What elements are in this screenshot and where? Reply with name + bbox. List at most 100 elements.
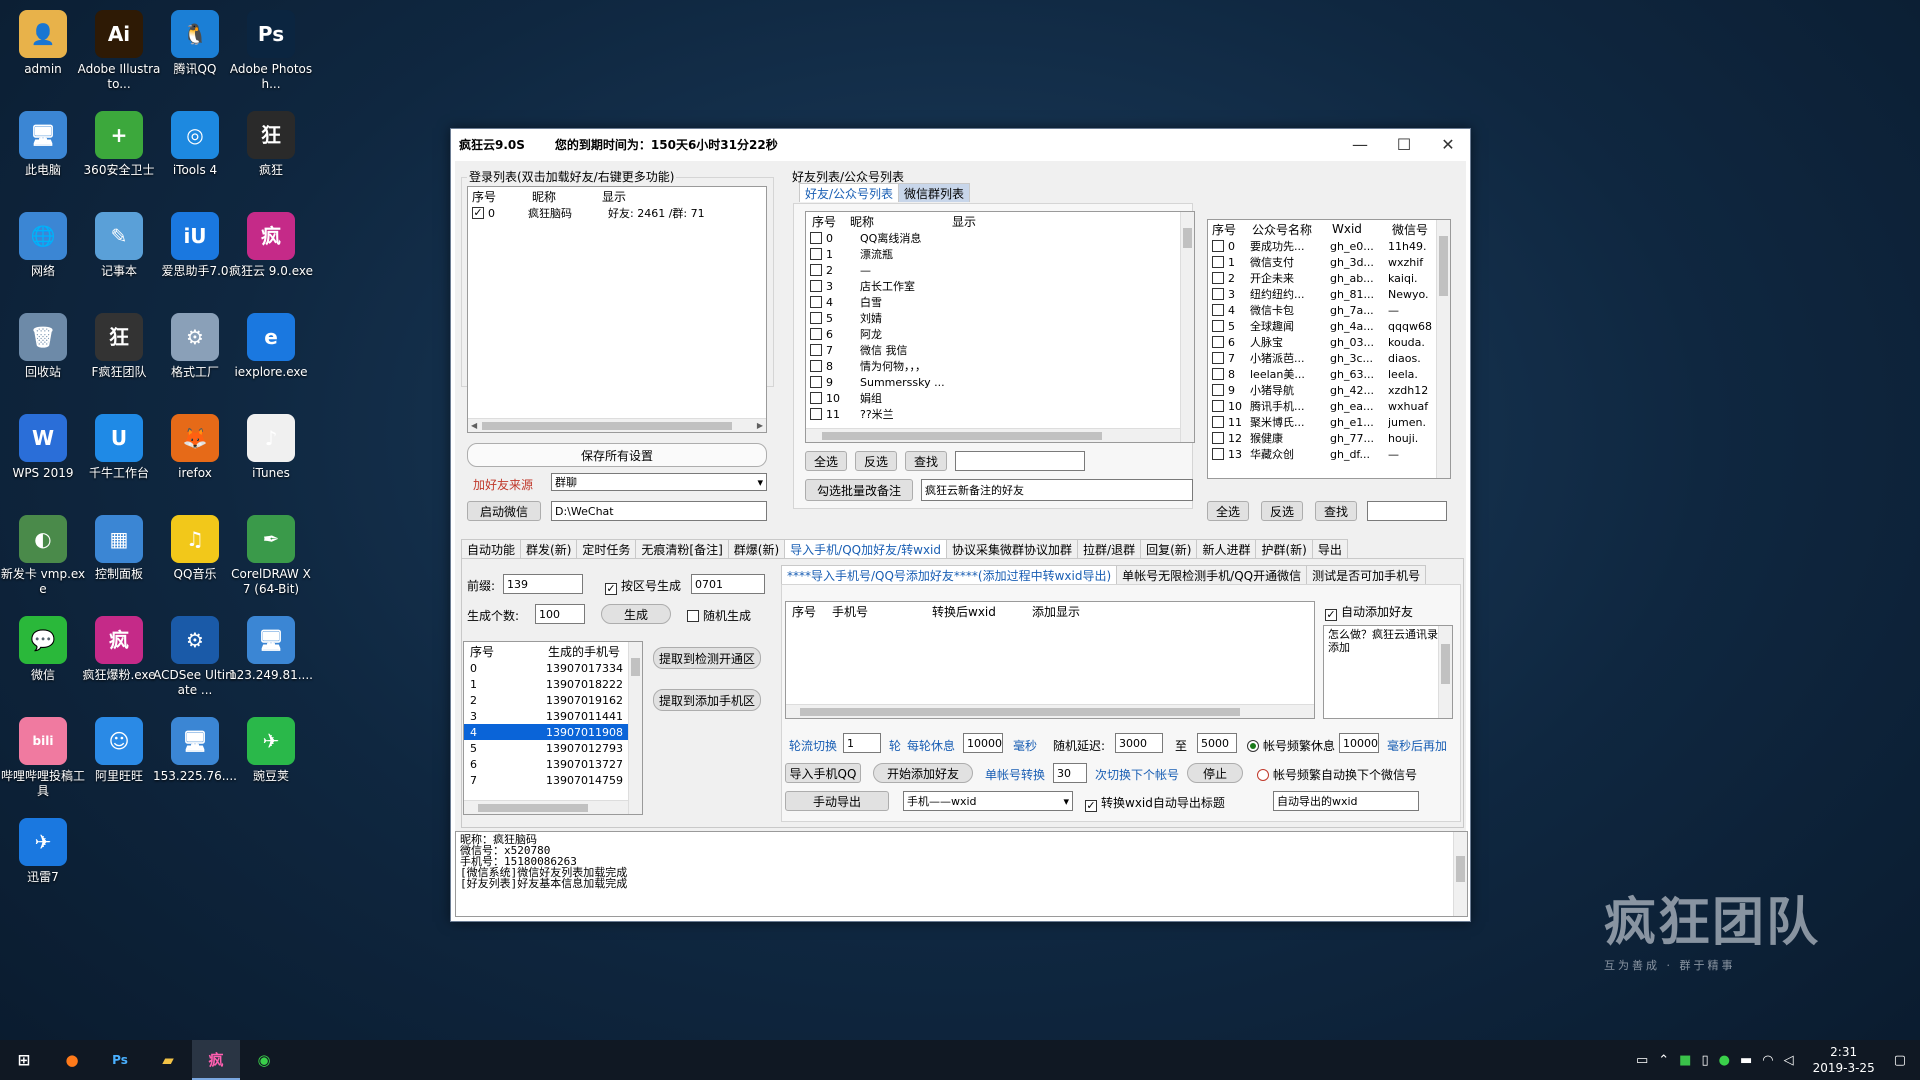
desktop-icon[interactable]: ☺ 阿里旺旺 (76, 713, 162, 784)
note-textarea[interactable]: 怎么做？疯狂云通讯录添加 (1323, 625, 1453, 719)
official-find-input[interactable] (1367, 501, 1447, 521)
battery-icon[interactable]: ▬ (1740, 1053, 1752, 1068)
main-tab[interactable]: 协议采集微群协议加群 (946, 539, 1079, 558)
phone-row[interactable]: 3 13907011441 (464, 708, 642, 724)
main-tab[interactable]: 定时任务 (576, 539, 637, 558)
login-row-checkbox[interactable]: ✓ (472, 207, 484, 219)
official-row-checkbox[interactable] (1212, 272, 1224, 284)
add-hscroll[interactable] (786, 704, 1314, 718)
main-tab[interactable]: 自动功能 (461, 539, 522, 558)
official-row-checkbox[interactable] (1212, 448, 1224, 460)
desktop-icon[interactable]: 🖥 此电脑 (0, 107, 86, 178)
official-row[interactable]: 7 小猪派芭... gh_3c... diaos. (1208, 350, 1450, 366)
friend-row-checkbox[interactable] (810, 392, 822, 404)
official-invert-button[interactable]: 反选 (1261, 501, 1303, 521)
freq-ms-input[interactable]: 10000 (1339, 733, 1379, 753)
friend-row-checkbox[interactable] (810, 344, 822, 356)
desktop-icon[interactable]: iU 爱思助手7.0 (152, 208, 238, 279)
freq-switch-radio[interactable]: 帐号频繁自动换下个微信号 (1257, 766, 1417, 783)
friend-row[interactable]: 2— (806, 262, 1194, 278)
auto-add-checkbox[interactable]: ✓ 自动添加好友 (1325, 603, 1413, 621)
phone-row[interactable]: 5 13907012793 (464, 740, 642, 756)
count-input[interactable]: 100 (535, 604, 585, 624)
main-tab[interactable]: 拉群/退群 (1077, 539, 1142, 558)
official-row[interactable]: 5 全球趣闻 gh_4a... qqqw68 (1208, 318, 1450, 334)
generate-button[interactable]: 生成 (601, 604, 671, 624)
official-row[interactable]: 0 要成功先... gh_e0... 11h49. (1208, 238, 1450, 254)
by-area-checkbox[interactable]: ✓ 按区号生成 (605, 577, 681, 595)
friend-hscroll[interactable] (806, 428, 1180, 442)
official-row-checkbox[interactable] (1212, 352, 1224, 364)
auto-export-input[interactable]: 自动导出的wxid (1273, 791, 1419, 811)
friend-row[interactable]: 5 刘婧 (806, 310, 1194, 326)
friend-row-checkbox[interactable] (810, 408, 822, 420)
official-select-all-button[interactable]: 全选 (1207, 501, 1249, 521)
shield-icon[interactable]: ■ (1679, 1053, 1691, 1068)
desktop-icon[interactable]: 疯疯狂爆粉.exe (76, 612, 162, 683)
single-input[interactable]: 30 (1053, 763, 1087, 783)
official-row-checkbox[interactable] (1212, 320, 1224, 332)
tab-wechat-groups[interactable]: 微信群列表 (898, 183, 971, 202)
desktop-icon[interactable]: +360安全卫士 (76, 107, 162, 178)
friend-row[interactable]: 9 Summerssky ... (806, 374, 1194, 390)
official-row[interactable]: 13 华藏众创 gh_df... — (1208, 446, 1450, 462)
desktop-icon[interactable]: 狂疯狂 (228, 107, 314, 178)
friend-row-checkbox[interactable] (810, 280, 822, 292)
remark-input[interactable]: 疯狂云新备注的好友 (921, 479, 1193, 501)
official-vscroll[interactable] (1436, 220, 1450, 478)
desktop-icon[interactable]: ⚙ 格式工厂 (152, 309, 238, 380)
desktop-icon[interactable]: 疯疯狂云 9.0.exe (228, 208, 314, 279)
official-row[interactable]: 1 微信支付 gh_3d... wxzhif (1208, 254, 1450, 270)
main-tab[interactable]: 无痕清粉[备注] (635, 539, 729, 558)
manual-export-button[interactable]: 手动导出 (785, 791, 889, 811)
official-row-checkbox[interactable] (1212, 400, 1224, 412)
friend-find-button[interactable]: 查找 (905, 451, 947, 471)
desktop-icon[interactable]: ✈ 迅雷7 (0, 814, 86, 885)
taskbar-firefox[interactable]: ● (48, 1040, 96, 1080)
desktop-icon[interactable]: 🖥 123.249.81.... (228, 612, 314, 683)
official-row-checkbox[interactable] (1212, 288, 1224, 300)
wifi-icon[interactable]: ◠ (1762, 1053, 1773, 1068)
friend-row-checkbox[interactable] (810, 296, 822, 308)
sub-tab[interactable]: ****导入手机号/QQ号添加好友****(添加过程中转wxid导出) (781, 565, 1118, 584)
official-row[interactable]: 3 纽约纽约... gh_81... Newyo. (1208, 286, 1450, 302)
official-row-checkbox[interactable] (1212, 240, 1224, 252)
desktop-icon[interactable]: U 千牛工作台 (76, 410, 162, 481)
log-area[interactable]: 昵称：疯狂脑码 微信号：x520780 手机号：15180086263 [微信系统]微… (455, 831, 1468, 917)
main-tab[interactable]: 群发(新) (520, 539, 578, 558)
maximize-button[interactable]: ☐ (1382, 129, 1426, 159)
friend-list[interactable]: 序号 昵称 显示 0 QQ离线消息 1 漂流瓶 2—3 店长工作室 4 白雪 5 刘婧 6 阿龙 7 微信 我… (805, 211, 1195, 443)
desktop-icon[interactable]: ✎ 记事本 (76, 208, 162, 279)
desktop-icon[interactable]: ⚙ ACDSee Ultimate ... (152, 612, 238, 698)
phone-row[interactable]: 0 13907017334 (464, 660, 642, 676)
official-row-checkbox[interactable] (1212, 384, 1224, 396)
sub-tab[interactable]: 单帐号无限检测手机/QQ开通微信 (1116, 565, 1308, 584)
official-row[interactable]: 2 开企未来 gh_ab... kaiqi. (1208, 270, 1450, 286)
friend-row[interactable]: 10 娟组 (806, 390, 1194, 406)
main-tab[interactable]: 护群(新) (1255, 539, 1313, 558)
friend-row[interactable]: 4 白雪 (806, 294, 1194, 310)
friend-row[interactable]: 3 店长工作室 (806, 278, 1194, 294)
taskbar-fengkuang[interactable]: 疯 (192, 1040, 240, 1080)
desktop-icon[interactable]: 💬 微信 (0, 612, 86, 683)
prefix-input[interactable]: 139 (503, 574, 583, 594)
sub-tab[interactable]: 测试是否可加手机号 (1306, 565, 1427, 584)
desktop-icon[interactable]: W WPS 2019 (0, 410, 86, 481)
delay-min-input[interactable]: 3000 (1115, 733, 1163, 753)
taskbar-photoshop[interactable]: Ps (96, 1040, 144, 1080)
desktop-icon[interactable]: Ai Adobe Illustrato... (76, 6, 162, 92)
friend-row-checkbox[interactable] (810, 232, 822, 244)
official-row[interactable]: 9 小猪导航 gh_42... xzdh12 (1208, 382, 1450, 398)
friend-row-checkbox[interactable] (810, 312, 822, 324)
tablet-icon[interactable]: ▭ (1636, 1053, 1648, 1068)
official-row[interactable]: 8 leelan美... gh_63... leela. (1208, 366, 1450, 382)
friend-vscroll[interactable] (1180, 212, 1194, 442)
friend-row[interactable]: 0 QQ离线消息 (806, 230, 1194, 246)
add-phone-list[interactable]: 序号 手机号 转换后wxid 添加显示 (785, 601, 1315, 719)
taskbar-wechat[interactable]: ◉ (240, 1040, 288, 1080)
desktop-icon[interactable]: 🖥 153.225.76.... (152, 713, 238, 784)
freq-rest-radio[interactable]: 帐号频繁休息 (1247, 737, 1335, 754)
phone-row[interactable]: 4 13907011908 (464, 724, 642, 740)
save-settings-button[interactable]: 保存所有设置 (467, 443, 767, 467)
gen-vscroll[interactable] (628, 642, 642, 814)
